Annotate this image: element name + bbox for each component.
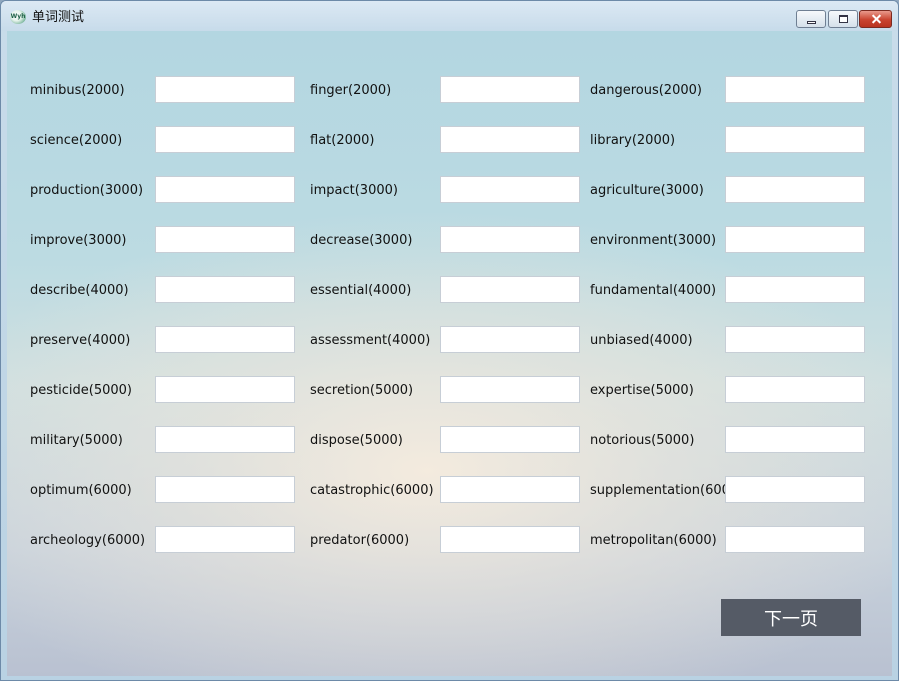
answer-input[interactable]: [440, 376, 580, 403]
answer-input[interactable]: [440, 226, 580, 253]
word-label: predator(6000): [310, 533, 410, 548]
answer-input[interactable]: [440, 326, 580, 353]
answer-input[interactable]: [440, 476, 580, 503]
word-label: pesticide(5000): [30, 383, 132, 398]
answer-input[interactable]: [725, 176, 865, 203]
window-title: 单词测试: [32, 10, 85, 25]
answer-input[interactable]: [725, 126, 865, 153]
answer-input[interactable]: [725, 376, 865, 403]
word-label: supplementation(6000): [590, 483, 728, 498]
word-label: environment(3000): [590, 233, 717, 248]
word-label: expertise(5000): [590, 383, 694, 398]
answer-input[interactable]: [725, 276, 865, 303]
answer-input[interactable]: [440, 526, 580, 553]
answer-input[interactable]: [155, 226, 295, 253]
word-label: dangerous(2000): [590, 83, 702, 98]
word-label: science(2000): [30, 133, 123, 148]
word-label: assessment(4000): [310, 333, 431, 348]
word-label: agriculture(3000): [590, 183, 704, 198]
word-label: catastrophic(6000): [310, 483, 434, 498]
word-label: notorious(5000): [590, 433, 695, 448]
word-label: impact(3000): [310, 183, 398, 198]
answer-input[interactable]: [155, 426, 295, 453]
answer-input[interactable]: [155, 526, 295, 553]
app-logo-icon: Wyh: [10, 10, 26, 24]
title-bar[interactable]: Wyh 单词测试: [1, 1, 898, 31]
close-button[interactable]: [859, 10, 892, 28]
next-page-button[interactable]: 下一页: [721, 599, 861, 636]
app-window: Wyh 单词测试 minibus(2000) finger(2000) danger…: [0, 0, 899, 681]
answer-input[interactable]: [155, 176, 295, 203]
answer-input[interactable]: [155, 326, 295, 353]
maximize-button[interactable]: [828, 10, 858, 28]
answer-input[interactable]: [155, 76, 295, 103]
answer-input[interactable]: [725, 476, 865, 503]
answer-input[interactable]: [440, 126, 580, 153]
word-label: finger(2000): [310, 83, 392, 98]
word-label: library(2000): [590, 133, 676, 148]
answer-input[interactable]: [440, 176, 580, 203]
word-label: archeology(6000): [30, 533, 146, 548]
word-grid: minibus(2000) finger(2000) dangerous(2000)…: [7, 31, 892, 591]
word-label: essential(4000): [310, 283, 412, 298]
word-label: dispose(5000): [310, 433, 403, 448]
answer-input[interactable]: [155, 376, 295, 403]
word-label: optimum(6000): [30, 483, 132, 498]
word-label: secretion(5000): [310, 383, 414, 398]
word-label: improve(3000): [30, 233, 127, 248]
word-label: military(5000): [30, 433, 123, 448]
word-label: unbiased(4000): [590, 333, 693, 348]
answer-input[interactable]: [155, 126, 295, 153]
word-label: fundamental(4000): [590, 283, 717, 298]
word-label: metropolitan(6000): [590, 533, 717, 548]
answer-input[interactable]: [440, 426, 580, 453]
answer-input[interactable]: [440, 276, 580, 303]
answer-input[interactable]: [725, 326, 865, 353]
word-label: decrease(3000): [310, 233, 413, 248]
word-label: minibus(2000): [30, 83, 125, 98]
answer-input[interactable]: [155, 476, 295, 503]
answer-input[interactable]: [725, 76, 865, 103]
answer-input[interactable]: [440, 76, 580, 103]
answer-input[interactable]: [725, 526, 865, 553]
word-label: production(3000): [30, 183, 144, 198]
minimize-button[interactable]: [796, 10, 826, 28]
answer-input[interactable]: [155, 276, 295, 303]
answer-input[interactable]: [725, 226, 865, 253]
word-label: describe(4000): [30, 283, 129, 298]
client-area: minibus(2000) finger(2000) dangerous(2000)…: [7, 31, 892, 676]
word-label: flat(2000): [310, 133, 375, 148]
word-label: preserve(4000): [30, 333, 131, 348]
answer-input[interactable]: [725, 426, 865, 453]
